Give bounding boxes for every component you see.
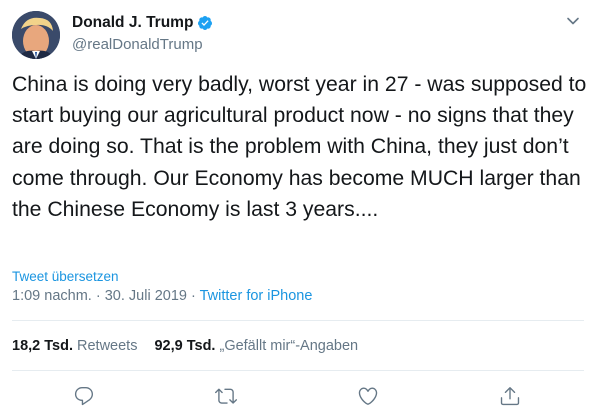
verified-badge-icon bbox=[197, 15, 213, 31]
retweet-icon[interactable] bbox=[215, 385, 237, 407]
share-icon[interactable] bbox=[499, 385, 521, 407]
chevron-down-icon[interactable] bbox=[565, 13, 581, 29]
author-row: Donald J. Trump bbox=[72, 13, 213, 33]
tweet-time[interactable]: 1:09 nachm. bbox=[12, 288, 92, 304]
meta-separator: · bbox=[95, 288, 101, 304]
tweet-card: Donald J. Trump @realDonaldTrump China i… bbox=[0, 0, 596, 416]
likes-count: 92,9 Tsd. bbox=[154, 338, 216, 354]
retweets-label: Retweets bbox=[77, 338, 138, 354]
meta-separator: · bbox=[190, 288, 196, 304]
reply-icon[interactable] bbox=[73, 385, 95, 407]
tweet-meta: 1:09 nachm. · 30. Juli 2019 · Twitter fo… bbox=[12, 288, 312, 304]
tweet-date[interactable]: 30. Juli 2019 bbox=[105, 288, 187, 304]
divider bbox=[12, 370, 584, 371]
likes-label: „Gefällt mir“-Angaben bbox=[219, 338, 359, 354]
tweet-stats: 18,2 Tsd. Retweets 92,9 Tsd. „Gefällt mir… bbox=[12, 338, 358, 354]
retweets-count: 18,2 Tsd. bbox=[12, 338, 73, 354]
author-handle[interactable]: @realDonaldTrump bbox=[72, 36, 203, 53]
author-name[interactable]: Donald J. Trump bbox=[72, 14, 193, 32]
tweet-source-link[interactable]: Twitter for iPhone bbox=[200, 288, 313, 304]
translate-tweet-link[interactable]: Tweet übersetzen bbox=[12, 269, 119, 284]
heart-icon[interactable] bbox=[357, 385, 379, 407]
retweets-stat[interactable]: 18,2 Tsd. Retweets bbox=[12, 338, 137, 354]
likes-stat[interactable]: 92,9 Tsd. „Gefällt mir“-Angaben bbox=[154, 338, 358, 354]
divider bbox=[12, 320, 584, 321]
avatar[interactable] bbox=[12, 11, 60, 59]
tweet-text: China is doing very badly, worst year in… bbox=[12, 73, 593, 221]
